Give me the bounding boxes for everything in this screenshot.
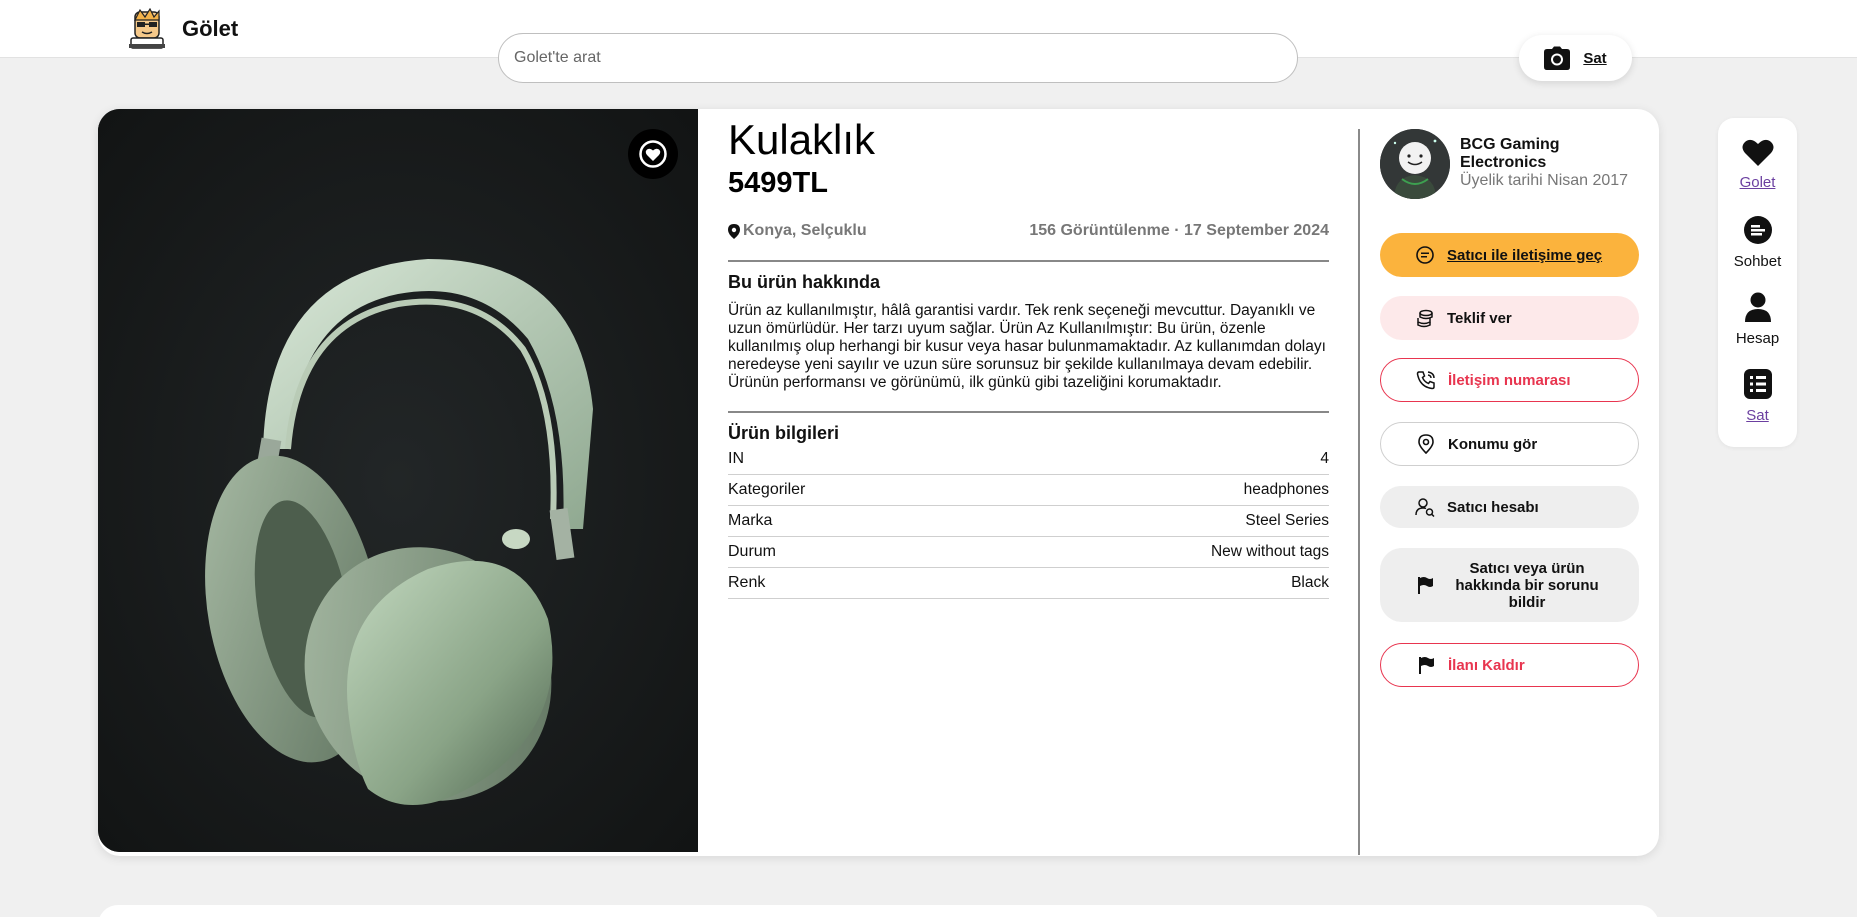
- contact-seller-label: Satıcı ile iletişime geç: [1447, 246, 1603, 264]
- spec-label: IN: [728, 450, 744, 467]
- favorite-button[interactable]: [628, 129, 678, 179]
- chat-icon: [1743, 216, 1772, 244]
- views-and-date: 156 Görüntülenme · 17 September 2024: [1029, 222, 1329, 239]
- spec-row: Marka Steel Series: [728, 506, 1329, 537]
- phone-icon: [1415, 370, 1437, 390]
- spec-label: Kategoriler: [728, 481, 806, 498]
- sidebar-item-sohbet[interactable]: Sohbet: [1718, 215, 1797, 270]
- seller-avatar[interactable]: [1380, 129, 1450, 199]
- seller-name[interactable]: BCG Gaming Electronics: [1460, 136, 1640, 172]
- remove-listing-label: İlanı Kaldır: [1448, 656, 1525, 674]
- make-offer-label: Teklif ver: [1447, 309, 1512, 327]
- sidebar-item-label: Sat: [1746, 407, 1769, 424]
- spec-value: Steel Series: [1245, 512, 1329, 529]
- remove-listing-button[interactable]: İlanı Kaldır: [1380, 643, 1639, 687]
- sidebar-item-sat[interactable]: Sat: [1718, 369, 1797, 424]
- sell-button[interactable]: Sat: [1519, 35, 1632, 81]
- sell-button-label: Sat: [1583, 49, 1607, 67]
- sidebar-item-hesap[interactable]: Hesap: [1718, 292, 1797, 347]
- about-heading: Bu ürün hakkında: [728, 272, 881, 292]
- divider: [728, 260, 1329, 262]
- right-sidebar: Golet Sohbet Hesap Sat: [1718, 118, 1797, 447]
- user-search-icon: [1414, 497, 1436, 517]
- sidebar-item-label: Hesap: [1735, 330, 1780, 347]
- spec-value: New without tags: [1210, 543, 1329, 560]
- chat-bubble-icon: [1414, 245, 1436, 265]
- user-icon: [1744, 292, 1771, 322]
- location-pin-icon: [728, 223, 740, 239]
- column-divider: [1358, 129, 1360, 855]
- seller-account-label: Satıcı hesabı: [1447, 498, 1539, 516]
- spec-row: Durum New without tags: [728, 537, 1329, 568]
- spec-row: IN 4: [728, 444, 1329, 475]
- spec-value: Black: [1291, 574, 1329, 591]
- spec-row: Kategoriler headphones: [728, 475, 1329, 506]
- sidebar-item-golet[interactable]: Golet: [1718, 138, 1797, 191]
- headphones-illustration: [98, 109, 698, 852]
- logo-mascot-icon: [129, 8, 165, 49]
- about-text: Ürün az kullanılmıştır, hâlâ garantisi v…: [728, 302, 1326, 391]
- contact-seller-button[interactable]: Satıcı ile iletişime geç: [1380, 233, 1639, 277]
- coins-icon: [1414, 308, 1436, 328]
- spec-label: Marka: [728, 512, 773, 529]
- flag-icon: [1414, 575, 1436, 595]
- product-price: 5499TL: [728, 167, 828, 199]
- app-name: Gölet: [182, 16, 239, 41]
- phone-number-button[interactable]: İletişim numarası: [1380, 358, 1639, 402]
- product-info-heading: Ürün bilgileri: [728, 423, 840, 443]
- heart-circle-icon: [639, 140, 667, 168]
- spec-label: Renk: [728, 574, 766, 591]
- report-issue-button[interactable]: Satıcı veya ürün hakkında bir sorunu bil…: [1380, 548, 1639, 622]
- next-section-card: [98, 905, 1659, 917]
- search-input[interactable]: [498, 33, 1298, 83]
- spec-value: headphones: [1243, 481, 1329, 498]
- seller-account-button[interactable]: Satıcı hesabı: [1380, 486, 1639, 528]
- spec-label: Durum: [728, 543, 777, 560]
- product-image: [98, 109, 698, 852]
- product-title: Kulaklık: [728, 116, 876, 163]
- location-text: Konya, Selçuklu: [743, 222, 867, 239]
- flag-icon: [1415, 655, 1437, 675]
- seller-avatar-icon: [1380, 129, 1450, 199]
- sidebar-item-label: Sohbet: [1733, 253, 1782, 270]
- spec-value: 4: [1320, 450, 1329, 467]
- heart-icon: [1742, 139, 1773, 166]
- divider: [728, 411, 1329, 413]
- make-offer-button[interactable]: Teklif ver: [1380, 296, 1639, 340]
- sidebar-item-label: Golet: [1739, 174, 1776, 191]
- phone-number-label: İletişim numarası: [1448, 371, 1571, 389]
- view-location-button[interactable]: Konumu gör: [1380, 422, 1639, 466]
- logo[interactable]: Gölet: [126, 8, 238, 50]
- list-icon: [1743, 369, 1772, 399]
- camera-icon: [1544, 46, 1571, 70]
- view-location-label: Konumu gör: [1448, 435, 1538, 453]
- report-issue-label: Satıcı veya ürün hakkında bir sorunu bil…: [1455, 559, 1599, 611]
- product-specs-table: IN 4 Kategoriler headphones Marka Steel …: [728, 444, 1329, 599]
- spec-row: Renk Black: [728, 568, 1329, 599]
- seller-member-since: Üyelik tarihi Nisan 2017: [1460, 172, 1629, 189]
- map-pin-icon: [1415, 434, 1437, 454]
- product-location: Konya, Selçuklu: [728, 222, 867, 240]
